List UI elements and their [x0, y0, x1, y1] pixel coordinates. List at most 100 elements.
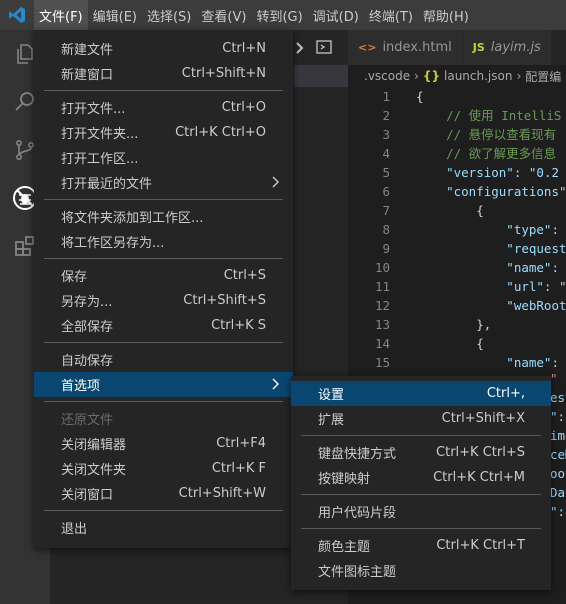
file-menu-item[interactable]: 关闭编辑器 Ctrl+F4 [34, 431, 293, 456]
file-menu-item[interactable]: 新建窗口 Ctrl+Shift+N [34, 61, 293, 86]
preferences-menu-item[interactable]: 扩展 Ctrl+Shift+X [291, 406, 551, 431]
file-menu-item[interactable]: 打开文件夹... Ctrl+K Ctrl+O [34, 120, 293, 145]
menu-item-label: 新建窗口 [61, 68, 114, 83]
code-fragment: ime [550, 428, 566, 443]
line-number: 5 [382, 165, 390, 180]
menu-separator [301, 435, 541, 436]
code-fragment: ":8 [550, 504, 566, 519]
line-number: 6 [382, 184, 390, 199]
line-number: 9 [382, 241, 390, 256]
menu-item-label: 用户代码片段 [318, 506, 397, 521]
code-line: 13 }, [348, 315, 566, 334]
file-menu-item[interactable]: 打开文件... Ctrl+O [34, 95, 293, 120]
menu-item-shortcut: Ctrl+Shift+N [181, 66, 266, 81]
menu-separator [44, 342, 283, 343]
menu-go[interactable]: 转到(G) [251, 0, 307, 30]
panel-icon[interactable] [316, 40, 332, 58]
preferences-menu-item[interactable]: 文件图标主题 [291, 558, 551, 583]
sidebar-selected-row[interactable] [294, 65, 348, 87]
menu-item-label: 文件图标主题 [318, 565, 397, 580]
code-line: 11 "url": " [348, 277, 566, 296]
menu-debug[interactable]: 调试(D) [308, 0, 364, 30]
menu-item-shortcut: Ctrl+N [222, 41, 266, 56]
preferences-menu-item[interactable]: 颜色主题 Ctrl+K Ctrl+T [291, 533, 551, 558]
file-menu-item[interactable]: 新建文件 Ctrl+N [34, 36, 293, 61]
tab-layim-js[interactable]: JS layim.js [462, 30, 552, 65]
preferences-menu-item[interactable]: 用户代码片段 [291, 499, 551, 524]
breadcrumb-folder[interactable]: .vscode [364, 69, 410, 83]
file-menu-item[interactable]: 自动保存 [34, 347, 293, 372]
menu-item-shortcut: Ctrl+S [223, 268, 266, 283]
line-number: 11 [374, 279, 390, 294]
file-menu-item[interactable]: 将文件夹添加到工作区... [34, 204, 293, 229]
menu-separator [44, 401, 283, 402]
menu-item-label: 将文件夹添加到工作区... [61, 211, 204, 226]
menu-item-shortcut: Ctrl+K Ctrl+M [433, 470, 525, 485]
code-text: "type": [416, 222, 559, 237]
code-text: "url": " [416, 279, 566, 294]
file-menu-item[interactable]: 打开工作区... [34, 145, 293, 170]
line-number: 15 [374, 355, 390, 370]
breadcrumb: .vscode › {} launch.json › 配置编 [348, 65, 566, 87]
tab-label: layim.js [490, 40, 541, 55]
code-text: { [416, 89, 424, 104]
file-menu-item[interactable]: 全部保存 Ctrl+K S [34, 313, 293, 338]
file-menu-item[interactable]: 首选项 [34, 372, 293, 397]
code-line: 15 "name": [348, 353, 566, 372]
code-line: 14 { [348, 334, 566, 353]
preferences-menu-item[interactable]: 设置 Ctrl+, [291, 381, 551, 406]
code-line: 1{ [348, 87, 566, 106]
file-menu-item[interactable]: 将工作区另存为... [34, 229, 293, 254]
code-line: 12 "webRoot [348, 296, 566, 315]
menu-item-label: 关闭窗口 [61, 488, 114, 503]
menu-edit[interactable]: 编辑(E) [88, 0, 142, 30]
preferences-menu-item[interactable]: 键盘快捷方式 Ctrl+K Ctrl+S [291, 440, 551, 465]
file-menu: 新建文件 Ctrl+N 新建窗口 Ctrl+Shift+N 打开文件... Ctrl+O 打… [34, 30, 293, 548]
preferences-menu-item[interactable]: 按键映射 Ctrl+K Ctrl+M [291, 465, 551, 490]
ellipsis-icon[interactable] [296, 42, 304, 58]
file-menu-item[interactable]: 另存为... Ctrl+Shift+S [34, 288, 293, 313]
file-menu-item[interactable]: 还原文件 [34, 406, 293, 431]
menu-item-label: 关闭编辑器 [61, 438, 127, 453]
code-line: 8 "type": [348, 220, 566, 239]
js-file-icon: JS [472, 41, 485, 54]
file-menu-item[interactable]: 关闭文件夹 Ctrl+K F [34, 456, 293, 481]
menu-view[interactable]: 查看(V) [196, 0, 251, 30]
menu-separator [44, 510, 283, 511]
breadcrumb-file[interactable]: launch.json [444, 69, 512, 83]
menu-item-label: 打开文件夹... [61, 127, 139, 142]
menu-item-shortcut: Ctrl+Shift+X [441, 411, 525, 426]
code-text: }, [416, 317, 492, 332]
code-fragment: oot [550, 466, 566, 481]
menu-item-label: 按键映射 [318, 472, 371, 487]
vscode-logo-icon [0, 0, 34, 30]
code-text: "request [416, 241, 566, 256]
code-editor[interactable]: 1{2 // 使用 IntelliS 3 // 悬停以查看现有 4 // 欲了解更多… [348, 87, 566, 372]
menu-item-shortcut: Ctrl+K Ctrl+T [436, 538, 525, 553]
menu-item-label: 还原文件 [61, 413, 114, 428]
file-menu-item[interactable]: 保存 Ctrl+S [34, 263, 293, 288]
menu-item-shortcut: Ctrl+Shift+W [178, 486, 266, 501]
menu-file[interactable]: 文件(F) [34, 0, 88, 30]
chevron-right-icon [272, 378, 279, 390]
menu-help[interactable]: 帮助(H) [418, 0, 474, 30]
menu-item-shortcut: Ctrl+Shift+S [183, 293, 266, 308]
code-line: 3 // 悬停以查看现有 [348, 125, 566, 144]
file-menu-item[interactable]: 退出 [34, 515, 293, 540]
code-text: // 欲了解更多信息 [416, 146, 557, 161]
menu-item-shortcut: Ctrl+K S [211, 318, 266, 333]
code-line: 4 // 欲了解更多信息 [348, 144, 566, 163]
menu-selection[interactable]: 选择(S) [142, 0, 196, 30]
menu-item-shortcut: Ctrl+O [221, 100, 266, 115]
breadcrumb-symbol[interactable]: 配置编 [525, 68, 561, 85]
menu-item-label: 退出 [61, 522, 88, 537]
file-menu-item[interactable]: 打开最近的文件 [34, 170, 293, 195]
line-number: 4 [382, 146, 390, 161]
menu-item-label: 键盘快捷方式 [318, 447, 397, 462]
file-menu-item[interactable]: 关闭窗口 Ctrl+Shift+W [34, 481, 293, 506]
menu-item-shortcut: Ctrl+K F [211, 461, 266, 476]
tab-index-html[interactable]: <> index.html [348, 30, 463, 65]
menu-terminal[interactable]: 终端(T) [364, 0, 418, 30]
code-text: // 悬停以查看现有 [416, 127, 557, 142]
line-number: 14 [374, 336, 390, 351]
